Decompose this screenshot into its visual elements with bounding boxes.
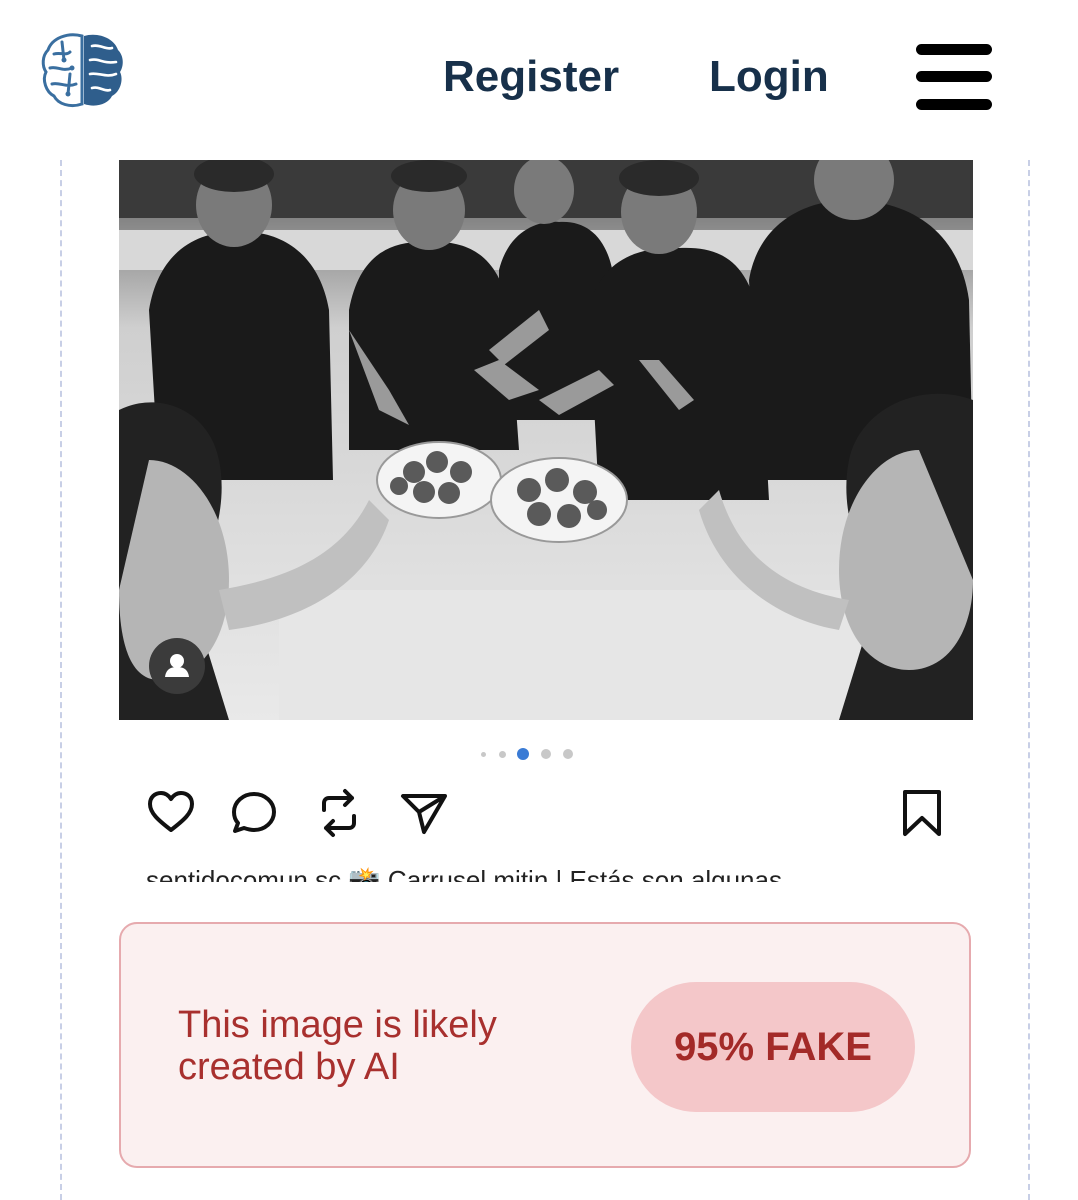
register-link[interactable]: Register [443, 52, 619, 102]
carousel-dot[interactable] [481, 752, 486, 757]
share-icon[interactable] [399, 788, 449, 838]
post-photo[interactable] [119, 160, 973, 720]
brain-logo-icon[interactable] [40, 30, 126, 110]
photo-image [119, 160, 973, 720]
post-caption: sentidocomun.sc 📸 Carrusel mitin | Estás… [146, 865, 782, 882]
ai-detection-message: This image is likely created by AI [178, 1004, 497, 1088]
site-header: Register Login [0, 0, 1078, 160]
heart-icon[interactable] [146, 788, 196, 838]
bookmark-icon[interactable] [897, 788, 947, 838]
page-border-right [1028, 160, 1030, 1200]
login-link[interactable]: Login [709, 52, 829, 102]
comment-icon[interactable] [229, 788, 279, 838]
repost-icon[interactable] [314, 788, 364, 838]
post-actions-bar [119, 780, 973, 840]
carousel-dot[interactable] [499, 751, 506, 758]
page-border-left [60, 160, 62, 1200]
tagged-user-icon[interactable] [149, 638, 205, 694]
carousel-dot[interactable] [563, 749, 573, 759]
carousel-dot-active[interactable] [517, 748, 529, 760]
ai-detection-result-card: This image is likely created by AI 95% F… [119, 922, 971, 1168]
carousel-dot[interactable] [541, 749, 551, 759]
instagram-post-card: sentidocomun.sc 📸 Carrusel mitin | Estás… [119, 160, 973, 900]
hamburger-menu-icon[interactable] [916, 44, 992, 110]
fake-score-badge: 95% FAKE [631, 982, 915, 1112]
